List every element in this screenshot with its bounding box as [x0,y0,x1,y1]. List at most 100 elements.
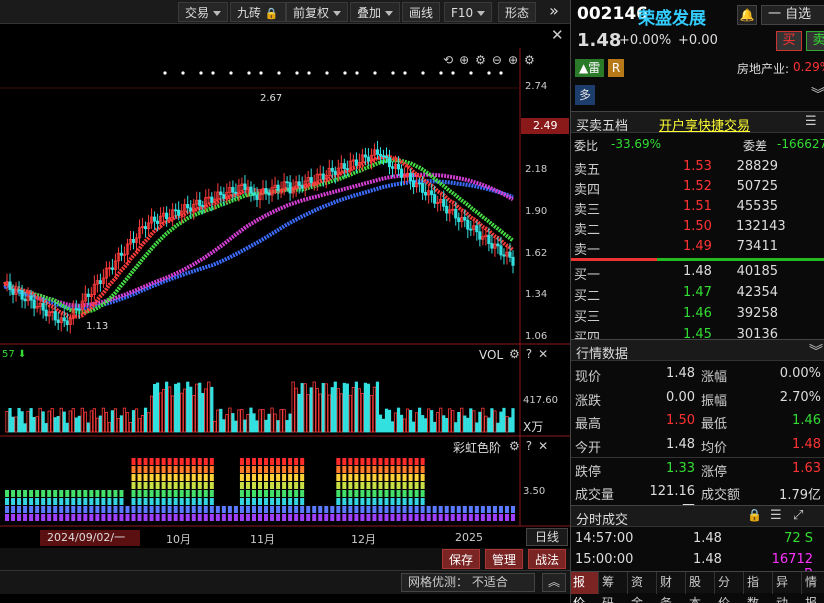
close-icon[interactable]: ✕ [551,26,564,44]
bid-price: 1.46 [683,306,712,321]
trade-menu-button[interactable]: 交易 [178,2,229,22]
tab-item[interactable]: 分价 [716,572,744,603]
rainbow-bar [348,482,353,489]
ask-row[interactable]: 卖四 1.52 50725 [571,177,824,198]
rainbow-bar [209,506,214,513]
signal-dot [199,71,203,75]
pattern-button[interactable]: 形态 [498,2,537,22]
rainbow-bar [384,474,389,481]
plus-icon[interactable]: ⊕ [508,53,524,67]
tab-item[interactable]: 异动 [774,572,802,603]
kline-chart-area[interactable]: ⟲⊕⚙⊖⊕⚙ 2.742.462.181.901.621.341.06 2.49… [0,48,570,548]
gear-icon[interactable]: ⚙ [509,347,526,361]
stock-name[interactable]: 荣盛发展 [638,4,706,29]
help-icon[interactable]: ? [526,347,538,361]
close-icon[interactable]: ✕ [538,439,554,453]
bell-icon[interactable]: 🔔 [737,5,757,25]
ask-row[interactable]: 卖二 1.50 132143 [571,217,824,238]
bid-row[interactable]: 买二 1.47 42354 [571,283,824,304]
ask-row[interactable]: 卖一 1.49 73411 [571,237,824,258]
bid-row[interactable]: 买一 1.48 40185 [571,262,824,283]
bid-row[interactable]: 买三 1.46 39258 [571,304,824,325]
rainbow-bar [288,458,293,465]
rainbow-bar [294,466,299,473]
ask-row[interactable]: 卖三 1.51 45535 [571,197,824,218]
volume-bar [457,411,461,433]
rainbow-bar [342,482,347,489]
price-axis-tick: 2.18 [525,164,548,176]
volume-bar [339,393,343,433]
tab-item[interactable]: 报价 [571,572,599,603]
volume-bar [360,393,365,433]
candle-body [189,207,193,212]
vol-title: VOL [479,348,504,362]
expand-icon[interactable]: ⤢ [793,508,803,523]
volume-bar [14,416,18,433]
tab-item[interactable]: 筹码 [600,572,628,603]
bid-volume: 40185 [736,264,778,279]
rainbow-bar [366,514,371,521]
adjust-menu-button[interactable]: 前复权 [286,2,349,22]
save-button[interactable]: 保存 [442,549,481,569]
period-button[interactable]: 日线 [526,528,568,546]
tab-item[interactable]: 情报 [803,572,824,603]
rainbow-bar [360,506,365,513]
double-chevron-up-icon[interactable]: ︽ [542,573,566,592]
rainbow-bar [53,506,58,513]
long-badge[interactable]: 多 [575,85,595,105]
volume-bar [41,411,45,433]
gear-icon[interactable]: ⚙ [524,53,541,67]
list-icon[interactable]: ☰ [805,114,817,129]
manage-button[interactable]: 管理 [485,549,524,569]
list-icon[interactable]: ☰ [770,508,782,523]
rainbow-bar [173,506,178,513]
rainbow-bar [318,514,323,521]
gear-icon[interactable]: ⚙ [509,439,526,453]
candle-body [288,182,292,194]
fast-trade-link[interactable]: 开户享快捷交易 [659,115,750,134]
double-chevron-down-icon[interactable]: ︾ [809,341,823,361]
volume-bar [454,422,458,433]
close-icon[interactable]: ✕ [538,347,554,361]
jiuzhuan-button[interactable]: 九砖 🔒 [230,2,286,22]
zoom-in-icon[interactable]: ⊕ [459,53,475,67]
candle-body [177,209,181,216]
rainbow-bar [167,506,172,513]
gear-icon[interactable]: ⚙ [475,53,492,67]
overlay-menu-button[interactable]: 叠加 [350,2,401,22]
refresh-icon[interactable]: ⟲ [443,53,459,67]
candle-body [433,194,437,204]
candle-body [330,167,334,172]
add-watchlist-button[interactable]: 一 自选 [761,5,824,25]
tab-item[interactable]: 资金 [629,572,657,603]
draw-line-button[interactable]: 画线 [402,2,441,22]
rainbow-bar [41,490,46,497]
lock-icon[interactable]: 🔒 [747,508,762,522]
minus-icon[interactable]: ⊖ [492,53,508,67]
f10-menu-button[interactable]: F10 [444,2,493,22]
sell-button[interactable]: 卖 [806,31,824,51]
buy-button[interactable]: 买 [776,31,802,51]
strategy-button[interactable]: 战法 [528,549,567,569]
tab-item[interactable]: 财务 [658,572,686,603]
double-chevron-down-icon[interactable]: ︾ [811,84,824,104]
rainbow-bar [11,498,16,505]
network-optimization-select[interactable]: 网格优测： 不适合 [401,573,535,592]
more-chevron-icon[interactable]: » [544,2,564,22]
rainbow-bar [510,506,515,513]
help-icon[interactable]: ? [526,439,538,453]
rainbow-bar [155,514,160,521]
rainbow-bar [408,482,413,489]
x-axis-2025: 2025 [455,531,483,544]
candle-body [387,157,392,168]
r-badge[interactable]: R [608,59,624,77]
candle-body [252,192,256,196]
candle-body [463,216,467,221]
volume-bar [128,421,133,433]
industry-label[interactable]: 房地产业: [737,60,789,77]
tab-item[interactable]: 指数 [745,572,773,603]
tab-item[interactable]: 股本 [687,572,715,603]
thunder-badge[interactable]: ▲雷 [575,59,605,77]
ask-row[interactable]: 卖五 1.53 28829 [571,157,824,178]
rainbow-bar [408,466,413,473]
